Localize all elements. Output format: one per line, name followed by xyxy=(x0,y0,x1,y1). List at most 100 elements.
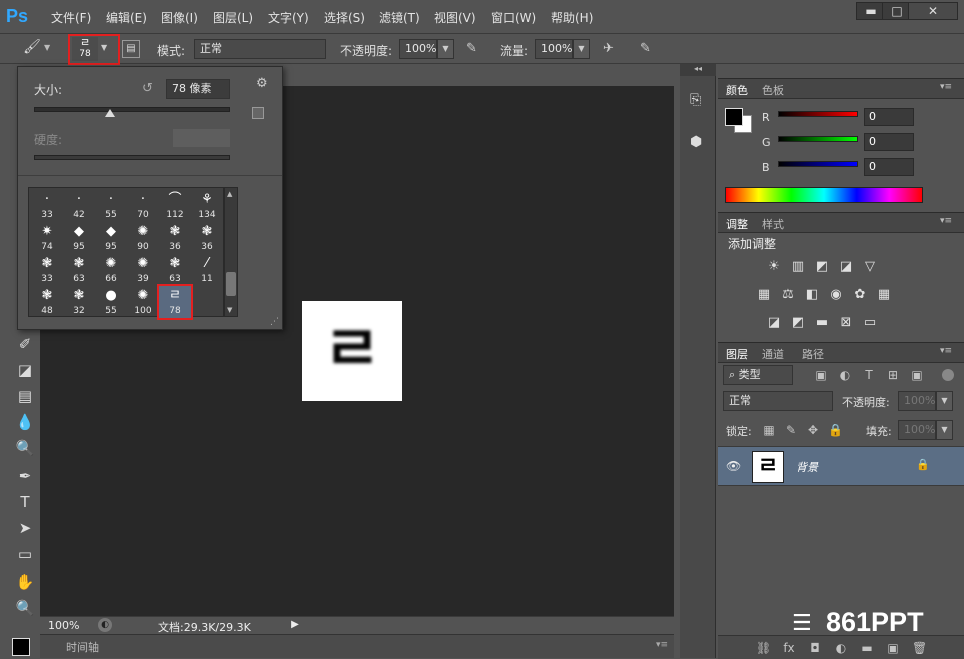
lock-image-icon[interactable]: ✎ xyxy=(784,423,798,437)
color-balance-icon[interactable]: ⚖ xyxy=(780,287,796,303)
menu-edit[interactable]: 编辑(E) xyxy=(106,9,147,26)
brush-panel-toggle-icon[interactable]: ▤ xyxy=(122,40,140,58)
zoom-icon[interactable]: 🔍 xyxy=(14,598,36,618)
foreground-color-swatch[interactable] xyxy=(12,638,30,656)
brush-preset-cell[interactable]: · 33 xyxy=(31,190,63,222)
tool-preset-dropdown-icon[interactable]: ▼ xyxy=(44,43,50,52)
zoom-level[interactable]: 100% xyxy=(48,619,79,632)
hue-saturation-icon[interactable]: ▦ xyxy=(756,287,772,303)
menu-filter[interactable]: 滤镜(T) xyxy=(379,9,420,26)
brush-preset-cell[interactable]: ◆ 95 xyxy=(95,222,127,254)
brush-preset-cell[interactable]: ❃ 48 xyxy=(31,286,63,318)
scroll-down-icon[interactable]: ▼ xyxy=(227,306,232,314)
new-adjustment-icon[interactable]: ◐ xyxy=(834,641,848,655)
flow-input[interactable]: 100% xyxy=(535,39,573,59)
delete-layer-icon[interactable]: 🗑 xyxy=(912,641,927,655)
tab-layers[interactable]: 图层 xyxy=(726,346,748,362)
brush-preset-cell[interactable]: ❃ 63 xyxy=(63,254,95,286)
brush-preset-cell[interactable]: ㄹ 78 xyxy=(157,284,193,320)
dock-collapse-icon[interactable]: ◂◂ xyxy=(680,64,716,76)
timeline-menu-icon[interactable]: ▾≡ xyxy=(656,640,668,650)
link-layers-icon[interactable]: ⛓ xyxy=(756,641,771,655)
vibrance-icon[interactable]: ▽ xyxy=(862,259,878,275)
menu-image[interactable]: 图像(I) xyxy=(161,9,198,26)
tab-color[interactable]: 颜色 xyxy=(726,82,748,98)
filter-shape-icon[interactable]: ⊞ xyxy=(886,368,900,382)
threshold-icon[interactable]: ▬ xyxy=(814,315,830,331)
posterize-icon[interactable]: ◩ xyxy=(790,315,806,331)
scroll-thumb[interactable] xyxy=(226,272,236,296)
brush-preset-cell[interactable]: ❃ 32 xyxy=(63,286,95,318)
menu-window[interactable]: 窗口(W) xyxy=(491,9,536,26)
type-tool-icon[interactable]: T xyxy=(14,492,36,512)
opacity-input[interactable]: 100% xyxy=(399,39,437,59)
filter-type-icon[interactable]: T xyxy=(862,368,876,382)
adjustments-panel-menu-icon[interactable]: ▾≡ xyxy=(940,216,952,226)
gradient-map-icon[interactable]: ▭ xyxy=(862,315,878,331)
tab-styles[interactable]: 样式 xyxy=(762,216,784,232)
blue-channel-slider[interactable] xyxy=(778,161,858,167)
brush-preset-cell[interactable]: ◆ 95 xyxy=(63,222,95,254)
levels-icon[interactable]: ▥ xyxy=(790,259,806,275)
path-select-icon[interactable]: ➤ xyxy=(14,518,36,538)
brush-preset-cell[interactable]: · 70 xyxy=(127,190,159,222)
document-canvas[interactable]: ㄹ xyxy=(302,301,402,401)
lock-all-icon[interactable]: 🔒 xyxy=(828,423,843,437)
menu-view[interactable]: 视图(V) xyxy=(434,9,476,26)
new-group-icon[interactable]: ▬ xyxy=(860,641,874,655)
black-white-icon[interactable]: ◧ xyxy=(804,287,820,303)
color-panel-menu-icon[interactable]: ▾≡ xyxy=(940,82,952,92)
layer-row-background[interactable]: 👁 ㄹ 背景 🔒 xyxy=(718,446,964,486)
preset-scrollbar[interactable]: ▲ ▼ xyxy=(224,187,238,317)
brightness-icon[interactable]: ☀ xyxy=(766,259,782,275)
foreground-color-swatch-panel[interactable] xyxy=(725,108,743,126)
exposure-icon[interactable]: ◪ xyxy=(838,259,854,275)
size-slider-handle[interactable] xyxy=(105,109,115,117)
menu-type[interactable]: 文字(Y) xyxy=(268,9,309,26)
brush-preset-cell[interactable]: ✺ 90 xyxy=(127,222,159,254)
brush-preset-cell[interactable]: · 42 xyxy=(63,190,95,222)
tab-paths[interactable]: 路径 xyxy=(802,346,824,362)
brush-preset-cell[interactable]: ❃ 36 xyxy=(191,222,223,254)
resize-grip-icon[interactable]: ⋰ xyxy=(270,317,279,327)
brush-preset-cell[interactable]: ❃ 63 xyxy=(159,254,191,286)
layers-panel-menu-icon[interactable]: ▾≡ xyxy=(940,346,952,356)
filter-toggle-icon[interactable] xyxy=(942,369,954,381)
history-brush-icon[interactable]: ✐ xyxy=(14,334,36,354)
brush-preset-cell[interactable]: ✺ 66 xyxy=(95,254,127,286)
eraser-icon[interactable]: ◪ xyxy=(14,360,36,380)
brush-preset-cell[interactable]: ✺ 39 xyxy=(127,254,159,286)
lock-position-icon[interactable]: ✥ xyxy=(806,423,820,437)
pen-icon[interactable]: ✒ xyxy=(14,466,36,486)
flow-dropdown-icon[interactable]: ▼ xyxy=(573,39,590,59)
red-channel-input[interactable]: 0 xyxy=(864,108,914,126)
tab-channels[interactable]: 通道 xyxy=(762,346,784,362)
reset-size-icon[interactable]: ↺ xyxy=(142,81,153,96)
brush-tool-icon[interactable]: 🖌 xyxy=(22,39,42,59)
pressure-opacity-icon[interactable]: ✎ xyxy=(466,41,484,59)
green-channel-slider[interactable] xyxy=(778,136,858,142)
size-slider[interactable] xyxy=(34,107,230,112)
fx-icon[interactable]: fx xyxy=(782,641,796,655)
timeline-tab[interactable]: 时间轴 xyxy=(66,639,99,655)
brush-preset-cell[interactable]: ⌒ 112 xyxy=(159,190,191,222)
selective-color-icon[interactable]: ⊠ xyxy=(838,315,854,331)
new-layer-icon[interactable]: ▣ xyxy=(886,641,900,655)
brush-preset-cell[interactable]: · 55 xyxy=(95,190,127,222)
layer-filter-select[interactable]: ⌕ 类型 xyxy=(723,365,793,385)
opacity-dropdown-icon[interactable]: ▼ xyxy=(437,39,454,59)
pressure-size-icon[interactable]: ✎ xyxy=(640,41,658,59)
red-channel-slider[interactable] xyxy=(778,111,858,117)
filter-pixel-icon[interactable]: ▣ xyxy=(814,368,828,382)
gradient-icon[interactable]: ▤ xyxy=(14,386,36,406)
menu-help[interactable]: 帮助(H) xyxy=(551,9,593,26)
brush-preset-cell[interactable]: ✺ 100 xyxy=(127,286,159,318)
new-preset-icon[interactable] xyxy=(252,107,264,119)
brush-preset-cell[interactable]: ● 55 xyxy=(95,286,127,318)
blur-icon[interactable]: 💧 xyxy=(14,412,36,432)
filter-smart-icon[interactable]: ▣ xyxy=(910,368,924,382)
add-mask-icon[interactable]: ◘ xyxy=(808,641,822,655)
layers-opacity-dropdown-icon[interactable]: ▼ xyxy=(936,391,953,411)
lock-transparency-icon[interactable]: ▦ xyxy=(762,423,776,437)
color-spectrum-bar[interactable] xyxy=(725,187,923,203)
